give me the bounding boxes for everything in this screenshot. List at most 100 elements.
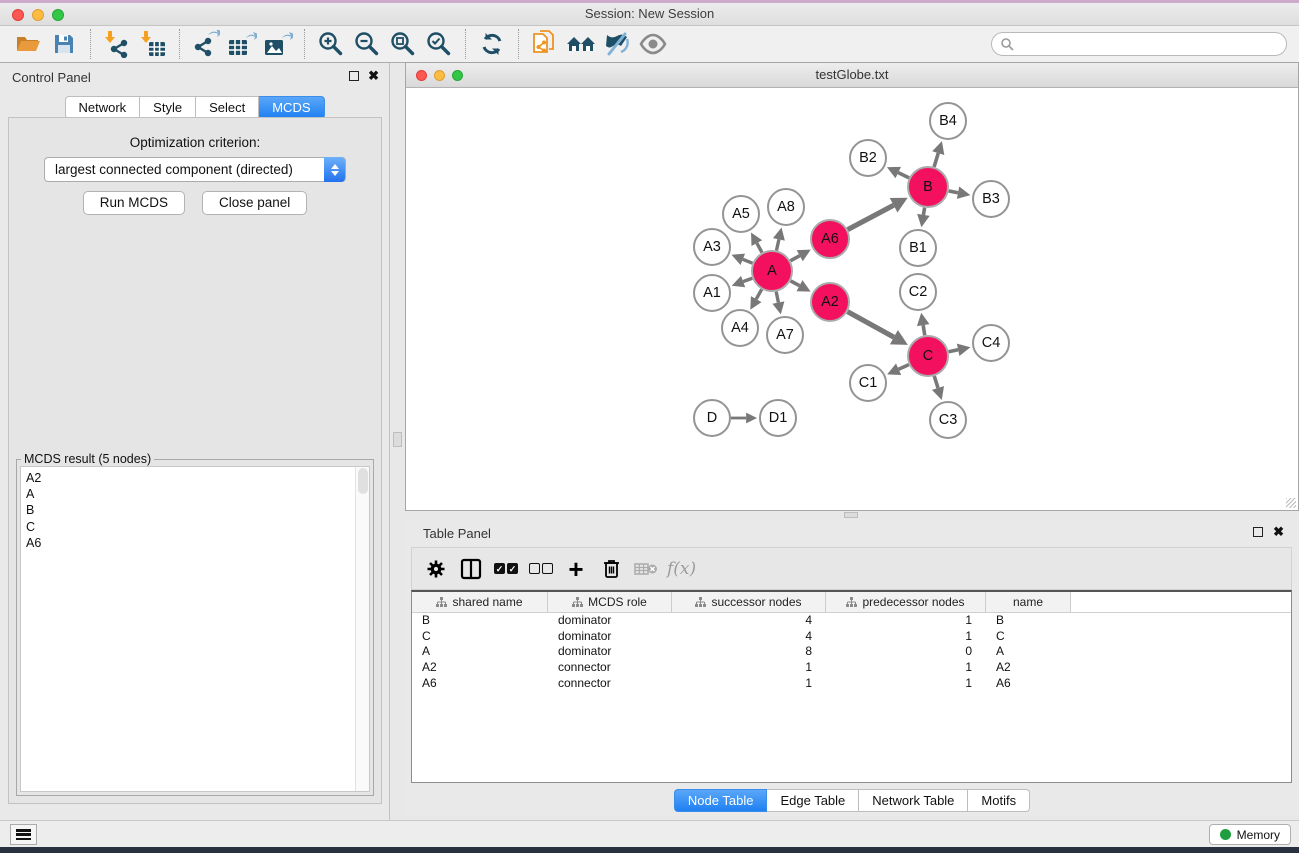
table-cell[interactable]: dominator [548, 629, 672, 645]
graph-edge[interactable] [790, 256, 799, 261]
save-session-icon[interactable] [46, 28, 82, 60]
table-cell[interactable]: A [412, 644, 548, 660]
table-cell[interactable]: connector [548, 676, 672, 692]
table-cell[interactable]: 1 [826, 676, 986, 692]
graph-node-C1[interactable]: C1 [849, 364, 887, 402]
table-cell[interactable]: 4 [672, 613, 826, 629]
horizontal-splitter-handle[interactable] [844, 512, 858, 518]
column-header-successor-nodes[interactable]: successor nodes [672, 592, 826, 612]
graph-node-B4[interactable]: B4 [929, 102, 967, 140]
deselect-all-icon[interactable] [527, 554, 555, 584]
table-row[interactable]: A6connector11A6 [412, 676, 1291, 692]
column-header-MCDS-role[interactable]: MCDS role [548, 592, 672, 612]
graph-node-D[interactable]: D [693, 399, 731, 437]
graph-node-A2[interactable]: A2 [810, 282, 850, 322]
run-mcds-button[interactable]: Run MCDS [83, 191, 185, 215]
graph-node-C[interactable]: C [907, 335, 949, 377]
list-item[interactable]: A2 [21, 470, 369, 486]
export-table-icon[interactable] [224, 28, 260, 60]
list-item[interactable]: A [21, 486, 369, 502]
table-cell[interactable]: 0 [826, 644, 986, 660]
select-all-icon[interactable]: ✓✓ [492, 554, 520, 584]
tab-select[interactable]: Select [196, 96, 259, 119]
export-image-icon[interactable] [260, 28, 296, 60]
settings-gear-icon[interactable] [422, 554, 450, 584]
import-network-icon[interactable] [99, 28, 135, 60]
column-header-name[interactable]: name [986, 592, 1071, 612]
table-cell[interactable]: A2 [412, 660, 548, 676]
graph-edge[interactable] [743, 278, 752, 281]
graph-edge[interactable] [899, 365, 909, 370]
search-input[interactable] [991, 32, 1287, 56]
zoom-in-icon[interactable] [313, 28, 349, 60]
graph-edge[interactable] [757, 243, 762, 252]
table-cell[interactable]: 1 [826, 660, 986, 676]
criterion-dropdown[interactable]: largest connected component (directed) [44, 157, 346, 182]
tab-network[interactable]: Network [64, 96, 140, 119]
tab-motifs[interactable]: Motifs [968, 789, 1030, 812]
delete-column-icon[interactable] [597, 554, 625, 584]
graph-edge[interactable] [848, 205, 894, 229]
column-header-shared-name[interactable]: shared name [412, 592, 548, 612]
tab-edge-table[interactable]: Edge Table [767, 789, 859, 812]
table-cell[interactable]: A [986, 644, 1071, 660]
graph-node-C4[interactable]: C4 [972, 324, 1010, 362]
list-item[interactable]: B [21, 502, 369, 518]
list-item[interactable]: A6 [21, 535, 369, 551]
import-table-icon[interactable] [135, 28, 171, 60]
table-row[interactable]: Bdominator41B [412, 613, 1291, 629]
list-item[interactable]: C [21, 519, 369, 535]
graph-edge[interactable] [776, 292, 778, 303]
tab-network-table[interactable]: Network Table [859, 789, 968, 812]
table-cell[interactable]: 1 [826, 613, 986, 629]
graph-node-A6[interactable]: A6 [810, 219, 850, 259]
table-cell[interactable]: B [412, 613, 548, 629]
table-cell[interactable]: 4 [672, 629, 826, 645]
table-cell[interactable]: 8 [672, 644, 826, 660]
graph-edge[interactable] [791, 281, 800, 286]
table-cell[interactable]: C [986, 629, 1071, 645]
close-panel-icon[interactable]: ✖ [368, 68, 379, 84]
table-row[interactable]: A2connector11A2 [412, 660, 1291, 676]
graph-edge[interactable] [743, 259, 753, 263]
table-cell[interactable]: connector [548, 660, 672, 676]
memory-button[interactable]: Memory [1209, 824, 1291, 845]
graph-edge[interactable] [949, 350, 959, 352]
float-table-panel-icon[interactable] [1253, 527, 1263, 537]
tab-node-table[interactable]: Node Table [674, 789, 768, 812]
graph-edge[interactable] [934, 153, 938, 167]
close-table-panel-icon[interactable]: ✖ [1273, 524, 1284, 540]
network-window-titlebar[interactable]: testGlobe.txt [406, 63, 1298, 88]
export-network-icon[interactable] [188, 28, 224, 60]
close-window-button[interactable] [12, 9, 24, 21]
graph-node-A4[interactable]: A4 [721, 309, 759, 347]
graph-node-C2[interactable]: C2 [899, 273, 937, 311]
tab-mcds[interactable]: MCDS [259, 96, 324, 119]
zoom-window-button[interactable] [52, 9, 64, 21]
task-history-button[interactable] [10, 824, 37, 845]
column-header-predecessor-nodes[interactable]: predecessor nodes [826, 592, 986, 612]
graph-node-D1[interactable]: D1 [759, 399, 797, 437]
graph-node-B1[interactable]: B1 [899, 229, 937, 267]
graph-node-A3[interactable]: A3 [693, 228, 731, 266]
graph-edge[interactable] [848, 312, 894, 338]
graph-edge[interactable] [756, 289, 761, 299]
vertical-splitter-handle[interactable] [393, 432, 402, 447]
table-cell[interactable]: dominator [548, 644, 672, 660]
zoom-out-icon[interactable] [349, 28, 385, 60]
zoom-selected-icon[interactable] [421, 28, 457, 60]
table-cell[interactable]: B [986, 613, 1071, 629]
float-panel-icon[interactable] [349, 71, 359, 81]
network-from-file-icon[interactable] [527, 28, 563, 60]
network-minimize-button[interactable] [434, 70, 445, 81]
resize-grip-icon[interactable] [1286, 498, 1296, 508]
refresh-layout-icon[interactable] [474, 28, 510, 60]
graph-node-B[interactable]: B [907, 166, 949, 208]
graph-node-A1[interactable]: A1 [693, 274, 731, 312]
network-zoom-button[interactable] [452, 70, 463, 81]
table-cell[interactable]: dominator [548, 613, 672, 629]
node-table[interactable]: shared nameMCDS rolesuccessor nodesprede… [411, 590, 1292, 783]
minimize-window-button[interactable] [32, 9, 44, 21]
graph-edge[interactable] [934, 376, 938, 388]
zoom-fit-icon[interactable] [385, 28, 421, 60]
